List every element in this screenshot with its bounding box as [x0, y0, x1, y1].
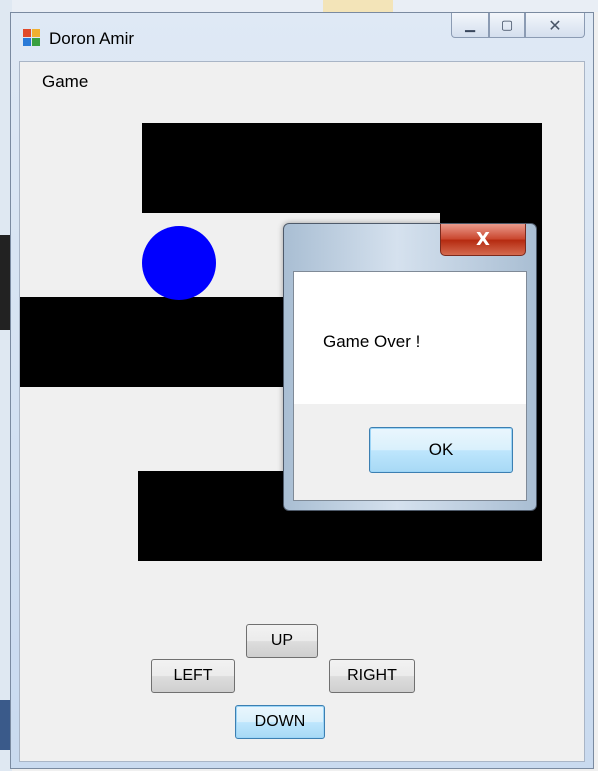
right-button[interactable]: RIGHT: [329, 659, 415, 693]
left-button[interactable]: LEFT: [151, 659, 235, 693]
caption-buttons: ▁ ▢ ✕: [451, 13, 585, 39]
down-button[interactable]: DOWN: [235, 705, 325, 739]
app-icon[interactable]: [23, 29, 41, 47]
close-icon: X: [476, 229, 490, 250]
window-title: Doron Amir: [49, 29, 135, 48]
title-bar[interactable]: Doron Amir ▁ ▢ ✕: [11, 13, 593, 61]
up-button[interactable]: UP: [246, 624, 318, 658]
menu-item-game[interactable]: Game: [42, 72, 88, 92]
dialog-content: Game Over !: [294, 272, 526, 404]
player-ball: [142, 226, 216, 300]
maximize-button[interactable]: ▢: [489, 13, 525, 38]
maze-wall: [142, 123, 542, 213]
desktop-background-shape: [323, 0, 393, 12]
dialog-body: Game Over ! OK: [293, 271, 527, 501]
minimize-icon: ▁: [465, 17, 475, 33]
maze-wall: [20, 297, 300, 387]
minimize-button[interactable]: ▁: [451, 13, 489, 38]
desktop-top-strip: [0, 0, 598, 12]
ok-button[interactable]: OK: [369, 427, 513, 473]
maximize-icon: ▢: [500, 17, 514, 33]
close-icon: ✕: [548, 15, 562, 35]
message-box-dialog: X Game Over ! OK: [283, 223, 537, 511]
menu-bar: Game: [20, 62, 584, 96]
dialog-close-button[interactable]: X: [440, 224, 526, 256]
close-button[interactable]: ✕: [525, 13, 585, 38]
dialog-message: Game Over !: [323, 332, 421, 351]
